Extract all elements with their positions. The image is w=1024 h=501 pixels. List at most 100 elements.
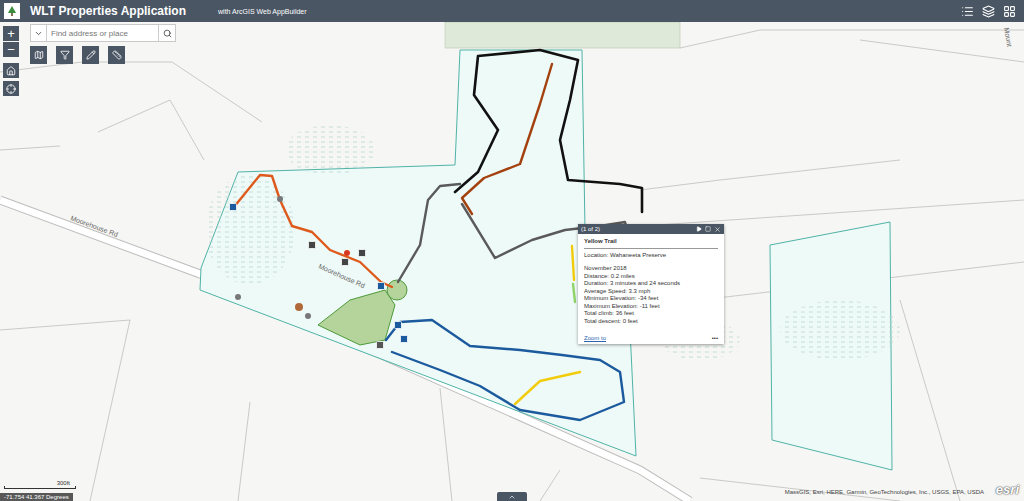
- pencil-icon: [86, 50, 96, 60]
- map-view[interactable]: Moorehouse RdMoorehouse RdMount+−(1 of 2…: [0, 22, 1024, 501]
- wetland: [780, 300, 900, 360]
- preserve-boundary[interactable]: [200, 50, 636, 456]
- more-actions[interactable]: •••: [712, 335, 718, 341]
- road-label: Moorehouse Rd: [70, 214, 119, 238]
- tree-icon: [6, 5, 18, 17]
- map-marker-icon[interactable]: [359, 250, 366, 257]
- map-marker-icon[interactable]: [378, 283, 385, 290]
- parcel-line: [680, 30, 1024, 48]
- popup-detail: Minimum Elevation: -34 feet: [584, 295, 718, 303]
- parcel-line: [98, 100, 204, 160]
- wetland: [205, 175, 295, 285]
- search-source-dropdown[interactable]: [31, 25, 47, 41]
- filter-button[interactable]: [56, 46, 73, 64]
- popup-header: (1 of 2): [578, 224, 724, 234]
- home-icon: [6, 66, 16, 76]
- app-window: WLT Properties Application with ArcGIS We…: [0, 0, 1024, 501]
- map-icon: [34, 50, 44, 60]
- app-subtitle: with ArcGIS Web AppBuilder: [218, 8, 307, 15]
- map-marker-icon[interactable]: [401, 336, 408, 343]
- app-logo: [4, 3, 20, 19]
- parcel-line: [900, 300, 960, 501]
- widget-toolbar: [30, 46, 125, 64]
- parcel-line: [0, 146, 60, 150]
- popup-detail: Distance: 0.2 miles: [584, 273, 718, 281]
- close-icon[interactable]: [714, 226, 721, 233]
- search-input[interactable]: [47, 25, 158, 41]
- parcel-line: [860, 40, 1024, 62]
- search-bar: [30, 24, 176, 42]
- point-icon[interactable]: [344, 250, 350, 256]
- map-canvas[interactable]: Moorehouse RdMoorehouse RdMount: [0, 22, 1024, 501]
- grid-icon[interactable]: [1003, 5, 1016, 18]
- scale-line: [4, 486, 76, 489]
- map-marker-icon[interactable]: [309, 242, 316, 249]
- locate-icon: [6, 84, 16, 94]
- road-label: Mount: [1003, 27, 1013, 47]
- popup-detail: Total climb: 36 feet: [584, 310, 718, 318]
- wetland: [285, 125, 375, 175]
- trail[interactable]: [462, 64, 552, 214]
- map-marker-icon[interactable]: [342, 259, 349, 266]
- search-icon: [163, 29, 172, 38]
- trail[interactable]: [573, 284, 575, 302]
- map-marker-icon[interactable]: [230, 204, 237, 211]
- trail[interactable]: [386, 320, 624, 420]
- filter-icon: [60, 50, 70, 60]
- parcel-line: [0, 320, 130, 330]
- point-icon[interactable]: [305, 313, 311, 319]
- field-area[interactable]: [318, 290, 395, 345]
- chevron-up-icon: [508, 493, 516, 501]
- layers-icon[interactable]: [982, 5, 995, 18]
- locate-button[interactable]: [3, 81, 19, 96]
- basemap-button[interactable]: [30, 46, 47, 64]
- parcel-line: [90, 320, 130, 501]
- popup-body: Yellow TrailLocation: Wahaneeta Preserve…: [578, 234, 724, 327]
- popup-detail: November 2018: [584, 265, 718, 273]
- popup-detail: Total descent: 0 feet: [584, 318, 718, 326]
- map-marker-icon[interactable]: [395, 322, 402, 329]
- zoom-to-link[interactable]: Zoom to: [584, 335, 606, 341]
- maximize-icon[interactable]: [705, 226, 711, 232]
- popup-controls: [696, 226, 721, 233]
- zoom-controls: +−: [3, 26, 19, 57]
- header-tools: [961, 5, 1016, 18]
- coordinates: -71.754 41.367 Degrees: [0, 493, 73, 501]
- adjacent-parcel: [445, 22, 680, 48]
- popup-footer: Zoom to •••: [578, 327, 724, 344]
- point-icon[interactable]: [295, 303, 303, 311]
- parcel-line: [440, 388, 452, 501]
- attribution: MassGIS, Esri, HERE, Garmin, GeoTechnolo…: [785, 489, 984, 495]
- zoom-out-button[interactable]: −: [3, 42, 19, 57]
- measure-button[interactable]: [108, 46, 125, 64]
- map-marker-icon[interactable]: [377, 342, 384, 349]
- popup-counter: (1 of 2): [581, 226, 600, 232]
- field-area[interactable]: [387, 280, 407, 300]
- esri-logo: esri: [996, 482, 1019, 497]
- draw-button[interactable]: [82, 46, 99, 64]
- popup-detail: Average Speed: 3.3 mph: [584, 288, 718, 296]
- popup-detail: Maximum Elevation: -11 feet: [584, 303, 718, 311]
- trail[interactable]: [234, 175, 392, 287]
- zoom-in-button[interactable]: +: [3, 26, 19, 41]
- parcel-line: [640, 160, 900, 190]
- parcel-line: [0, 62, 262, 122]
- home-button[interactable]: [3, 63, 19, 78]
- parcel-line: [238, 402, 250, 501]
- search-button[interactable]: [158, 25, 175, 41]
- popup-detail: Duration: 3 minutes and 24 seconds: [584, 280, 718, 288]
- trail[interactable]: [515, 246, 580, 404]
- popup-title: Yellow Trail: [584, 238, 718, 249]
- attribute-table-toggle[interactable]: [497, 492, 527, 501]
- point-icon[interactable]: [277, 196, 283, 202]
- app-title: WLT Properties Application: [30, 4, 186, 18]
- chevron-down-icon: [34, 29, 43, 38]
- nav-controls: [3, 63, 19, 96]
- parcel-line: [642, 200, 1024, 226]
- app-header: WLT Properties Application with ArcGIS We…: [0, 0, 1024, 22]
- legend-list-icon[interactable]: [961, 5, 974, 18]
- feature-popup: (1 of 2) Yellow TrailLocation: Wahaneeta …: [578, 224, 724, 344]
- point-icon[interactable]: [235, 294, 241, 300]
- next-icon[interactable]: [696, 226, 702, 232]
- ruler-icon: [112, 50, 122, 60]
